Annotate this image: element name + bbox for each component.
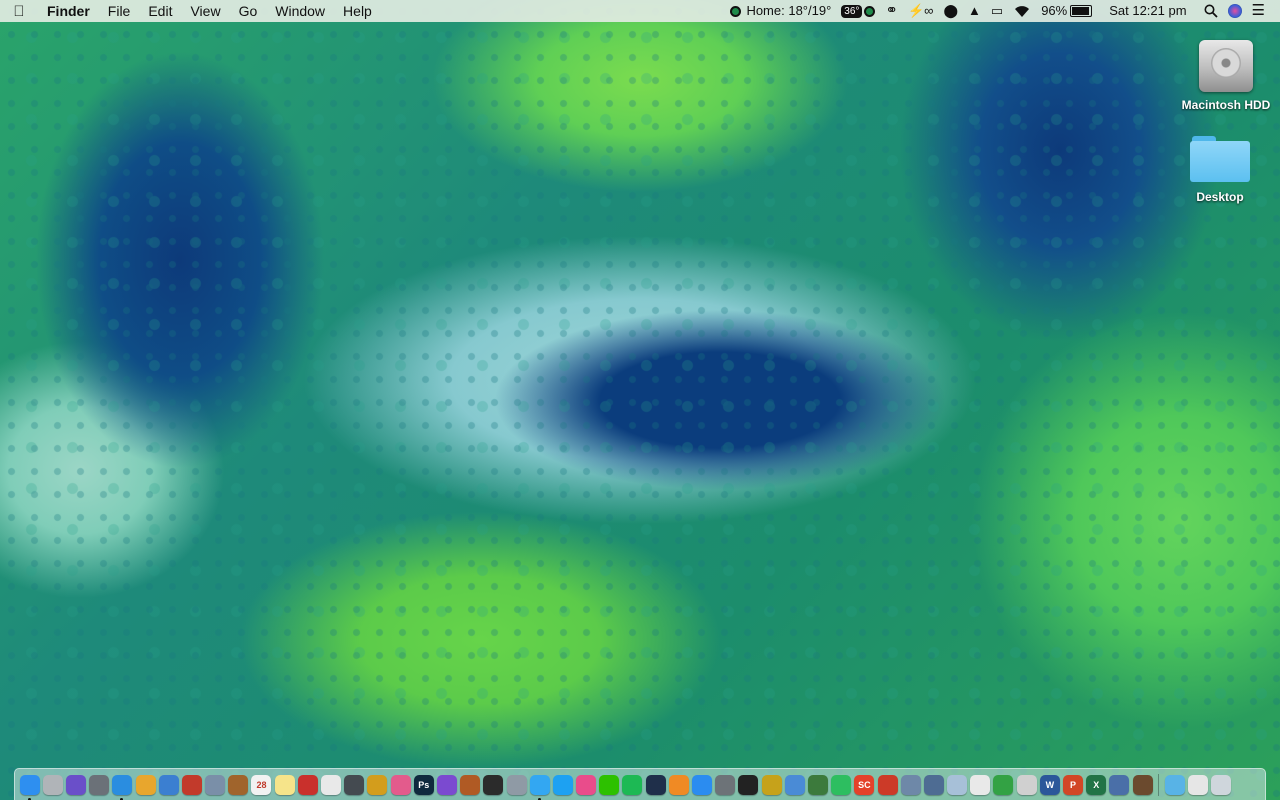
dock-item-photos-folder[interactable] bbox=[900, 774, 921, 795]
drive-eject-icon[interactable]: ▲ bbox=[963, 0, 986, 22]
dock-item-system-prefs[interactable] bbox=[715, 774, 736, 795]
dock-item-evernote[interactable] bbox=[831, 774, 852, 795]
power-icon[interactable]: ⚡∞ bbox=[903, 0, 938, 22]
dock-item-word[interactable]: W bbox=[1039, 774, 1060, 795]
weather-text: Home: 18°/19° bbox=[746, 3, 832, 18]
dock-item-sc-app[interactable]: SC bbox=[854, 774, 875, 795]
desktop-item-label: Macintosh HDD bbox=[1181, 98, 1271, 112]
turtle-icon[interactable]: ⬤ bbox=[938, 0, 963, 22]
dock-item-sketchbook[interactable] bbox=[344, 774, 365, 795]
dock-item-excel[interactable]: X bbox=[1086, 774, 1107, 795]
dock-item-finder[interactable] bbox=[19, 774, 40, 800]
dock-item-automator[interactable] bbox=[506, 774, 527, 795]
desktop-item-macintosh-hdd[interactable]: Macintosh HDD bbox=[1176, 40, 1276, 112]
dock-item-acrobat[interactable] bbox=[297, 774, 318, 795]
dock-item-photoshop[interactable]: Ps bbox=[413, 774, 434, 795]
menu-app-name[interactable]: Finder bbox=[38, 0, 99, 22]
siri-icon[interactable] bbox=[1223, 4, 1247, 18]
dock-item-color-picker[interactable] bbox=[390, 774, 411, 795]
dock-item-books[interactable] bbox=[668, 774, 689, 795]
menu-bar-left:  Finder File Edit View Go Window Help bbox=[0, 0, 381, 22]
dock-item-documents-stack[interactable] bbox=[1187, 774, 1208, 795]
menu-file[interactable]: File bbox=[99, 0, 140, 22]
dock-item-notefile[interactable] bbox=[228, 774, 249, 795]
airplay-icon[interactable]: ▭ bbox=[986, 0, 1008, 22]
menu-bar:  Finder File Edit View Go Window Help H… bbox=[0, 0, 1280, 22]
dock-item-image-capture[interactable] bbox=[205, 774, 226, 795]
dock-item-siri[interactable] bbox=[65, 774, 86, 795]
dock-item-launchpad[interactable] bbox=[89, 774, 110, 795]
battery-status[interactable]: 96% bbox=[1036, 0, 1097, 22]
dock-item-messages[interactable] bbox=[529, 774, 550, 800]
dock-item-preview[interactable] bbox=[42, 774, 63, 795]
dock-item-powerpoint[interactable]: P bbox=[1063, 774, 1084, 795]
dock-item-downloads-stack[interactable] bbox=[1164, 774, 1185, 795]
dock-item-imovie-star[interactable] bbox=[436, 774, 457, 795]
dock-item-notes[interactable] bbox=[274, 774, 295, 795]
dock-item-dvd-player[interactable] bbox=[1132, 774, 1153, 795]
desktop-item-label: Desktop bbox=[1196, 190, 1244, 204]
dock-item-app-store[interactable] bbox=[692, 774, 713, 795]
temperature-badge: 36° bbox=[841, 4, 863, 18]
dock-item-final-cut[interactable] bbox=[483, 774, 504, 795]
dock-item-game-app[interactable] bbox=[877, 774, 898, 795]
wallpaper-texture bbox=[0, 0, 1280, 800]
weather-status[interactable]: Home: 18°/19° bbox=[725, 0, 836, 22]
notification-center-icon[interactable]: ☰ bbox=[1247, 0, 1270, 22]
dock-item-wechat[interactable] bbox=[599, 774, 620, 795]
dock-item-calendar[interactable]: 28 bbox=[251, 774, 272, 795]
menu-bar-status: Home: 18°/19° 36° ⚭ ⚡∞ ⬤ ▲ ▭ 96% Sat 12:… bbox=[725, 0, 1280, 22]
clock[interactable]: Sat 12:21 pm bbox=[1097, 0, 1198, 22]
dock-item-spotify[interactable] bbox=[622, 774, 643, 795]
dock-item-vectorize[interactable] bbox=[807, 774, 828, 795]
menu-help[interactable]: Help bbox=[334, 0, 381, 22]
dock-item-safari[interactable] bbox=[112, 774, 133, 800]
dock-item-textedit[interactable] bbox=[321, 774, 342, 795]
dock-item-keynote[interactable] bbox=[158, 774, 179, 795]
dock-item-unarchiver[interactable] bbox=[923, 774, 944, 795]
battery-icon bbox=[1070, 5, 1093, 17]
dock-item-itunes[interactable] bbox=[576, 774, 597, 795]
menu-window[interactable]: Window bbox=[266, 0, 334, 22]
dock-item-toolbox[interactable] bbox=[460, 774, 481, 795]
temperature-status[interactable]: 36° bbox=[836, 4, 880, 18]
desktop:  Finder File Edit View Go Window Help H… bbox=[0, 0, 1280, 800]
hard-drive-icon bbox=[1199, 40, 1253, 92]
menu-edit[interactable]: Edit bbox=[139, 0, 181, 22]
dock-item-numbers[interactable] bbox=[993, 774, 1014, 795]
menu-view[interactable]: View bbox=[181, 0, 229, 22]
dock-item-grapher[interactable] bbox=[970, 774, 991, 795]
dock-item-compass[interactable] bbox=[367, 774, 388, 795]
spotlight-search-icon[interactable] bbox=[1199, 4, 1223, 18]
dock-item-photo-booth[interactable] bbox=[181, 774, 202, 795]
dock-item-trash[interactable] bbox=[1211, 774, 1232, 795]
dock-item-wunderlist[interactable] bbox=[761, 774, 782, 795]
desktop-item-desktop-folder[interactable]: Desktop bbox=[1170, 136, 1270, 204]
dock-item-twitter[interactable] bbox=[552, 774, 573, 795]
dock-item-terminal[interactable] bbox=[738, 774, 759, 795]
dock-item-chrome[interactable] bbox=[135, 774, 156, 795]
dock-item-screen-app[interactable] bbox=[1109, 774, 1130, 795]
dock: 28 Ps SC W P X bbox=[14, 768, 1266, 800]
menu-go[interactable]: Go bbox=[230, 0, 267, 22]
weather-icon bbox=[730, 5, 742, 17]
folder-icon bbox=[1190, 136, 1250, 182]
creative-cloud-icon[interactable]: ⚭ bbox=[880, 0, 903, 22]
wifi-icon[interactable] bbox=[1008, 4, 1036, 18]
apple-icon[interactable]:  bbox=[0, 3, 38, 20]
dock-separator bbox=[1158, 773, 1160, 796]
battery-percent: 96% bbox=[1041, 3, 1068, 18]
istat-icon bbox=[864, 5, 876, 17]
dock-item-maps[interactable] bbox=[784, 774, 805, 795]
dock-item-sequel[interactable] bbox=[947, 774, 968, 795]
dock-item-handbrake[interactable] bbox=[1016, 774, 1037, 795]
dock-item-steam[interactable] bbox=[645, 774, 666, 795]
